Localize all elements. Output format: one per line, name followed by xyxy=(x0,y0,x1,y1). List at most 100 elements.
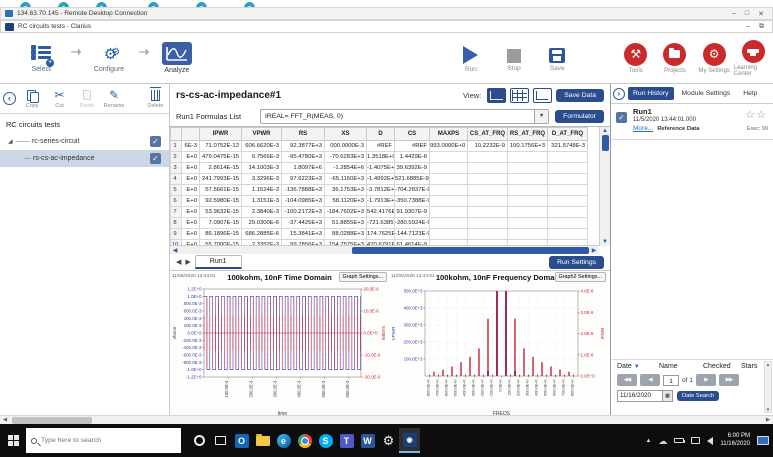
analyze-step-button[interactable]: Analyze xyxy=(149,42,204,74)
run1-tab[interactable]: Run1 xyxy=(195,255,242,269)
date-search-button[interactable]: Date Search xyxy=(677,391,719,401)
column-header[interactable]: XS xyxy=(325,128,367,141)
sort-date-header[interactable]: Date ▼ xyxy=(617,363,659,370)
table-row[interactable]: 7E+053.9632E-152.3840E-3-100.2172E+3-184… xyxy=(171,207,588,218)
tree-item-rs-cs-ac-impedance[interactable]: — rs-cs-ac-impedance ✓ xyxy=(0,150,169,167)
close-icon[interactable]: ✕ xyxy=(758,10,764,18)
file-explorer-icon[interactable] xyxy=(252,428,273,453)
outlook-icon[interactable]: O xyxy=(231,428,252,453)
skype-icon[interactable]: S xyxy=(315,428,336,453)
taskbar-clock[interactable]: 6:00 PM 11/16/2020 xyxy=(720,433,750,448)
rename-button[interactable]: ✎ Rename xyxy=(103,89,124,109)
scroll-down-icon[interactable]: ▼ xyxy=(602,238,608,246)
first-page-button[interactable]: ◀◀ xyxy=(617,374,637,386)
run-history-entry[interactable]: ✓ Run1 11/5/2020 13:44:01.000 More...Ref… xyxy=(611,104,773,140)
panel-scrollbar[interactable]: ▲▼ xyxy=(764,361,772,413)
graph-view-icon[interactable] xyxy=(533,88,552,103)
sort-name-header[interactable]: Name xyxy=(659,363,703,370)
column-header[interactable]: RS_AT_FRQ xyxy=(508,128,548,141)
formulator-button[interactable]: Formulator xyxy=(555,110,604,123)
app-horizontal-scrollbar[interactable]: ◀ ▶ xyxy=(0,415,773,424)
table-row[interactable]: 2E+0479.0475E-156.7566E-3-95.4780E+3-70.… xyxy=(171,152,588,163)
task-view-icon[interactable] xyxy=(210,428,231,453)
last-page-button[interactable]: ▶▶ xyxy=(719,374,739,386)
configure-step-button[interactable]: ⚙⚙ Configure xyxy=(82,44,137,73)
scroll-up-icon[interactable]: ▲ xyxy=(766,362,770,367)
scroll-up-icon[interactable]: ▲ xyxy=(602,127,608,135)
graph2-settings-button[interactable]: Graph2 Settings... xyxy=(555,272,606,282)
column-header[interactable]: MAXPS xyxy=(430,128,468,141)
column-header[interactable] xyxy=(171,128,182,141)
table-row[interactable]: 5E+057.5661E-151.1524E-3-136.7888E+336.1… xyxy=(171,185,588,196)
column-header[interactable]: VPWR xyxy=(242,128,282,141)
run-settings-button[interactable]: Run Settings xyxy=(549,256,604,269)
battery-icon[interactable] xyxy=(674,438,684,443)
app-restore-icon[interactable]: ⧉ xyxy=(759,23,764,31)
scroll-right-icon[interactable]: ▶ xyxy=(763,417,773,423)
date-field[interactable]: 11/16/2020▦ xyxy=(617,390,673,402)
taskbar-search[interactable] xyxy=(26,428,181,453)
speaker-icon[interactable] xyxy=(707,437,713,445)
more-link[interactable]: More... xyxy=(633,125,653,132)
column-header[interactable] xyxy=(182,128,200,141)
teams-icon[interactable]: T xyxy=(336,428,357,453)
minimize-icon[interactable]: – xyxy=(732,10,736,18)
column-header[interactable]: D_AT_FRQ xyxy=(548,128,588,141)
chevron-down-icon[interactable]: ▼ xyxy=(534,110,548,123)
tray-expand-icon[interactable]: ▲ xyxy=(645,438,651,444)
app-minimize-icon[interactable]: – xyxy=(746,23,750,31)
save-data-button[interactable]: Save Data xyxy=(556,89,604,102)
search-input[interactable] xyxy=(41,437,161,444)
prev-page-button[interactable]: ◀ xyxy=(640,374,660,386)
start-button[interactable] xyxy=(0,424,26,457)
sort-stars-header[interactable]: Stars xyxy=(741,363,757,370)
clarius-taskbar-icon[interactable]: ◉ xyxy=(399,428,420,453)
graph-settings-button[interactable]: Graph Settings... xyxy=(339,272,387,282)
cut-button[interactable]: ✂ Cut xyxy=(49,89,70,109)
next-page-button[interactable]: ▶ xyxy=(696,374,716,386)
network-icon[interactable] xyxy=(691,437,700,444)
column-header[interactable]: IPWR xyxy=(200,128,242,141)
chrome-icon[interactable] xyxy=(294,428,315,453)
scroll-thumb[interactable] xyxy=(12,417,92,424)
table-row[interactable]: 3E+02.8614E-1514.1003E-31.8097E+6-1.2854… xyxy=(171,163,588,174)
table-row[interactable]: 16E-371.0752E-12606.6620E-392.3877E+3000… xyxy=(171,141,588,152)
scroll-thumb[interactable] xyxy=(602,135,609,151)
formula-dropdown[interactable]: IREAL= FFT_R(MEAS, 0) ▼ xyxy=(260,109,549,124)
star-rating-icons[interactable]: ☆☆ xyxy=(745,108,767,121)
checkbox-checked[interactable]: ✓ xyxy=(150,153,161,164)
column-header[interactable]: CS xyxy=(395,128,430,141)
delete-button[interactable]: Delete xyxy=(145,89,166,109)
display-notification-icon[interactable] xyxy=(757,436,769,445)
tab-help[interactable]: Help xyxy=(738,87,762,100)
save-button[interactable]: Save xyxy=(536,47,579,72)
tab-module-settings[interactable]: Module Settings xyxy=(677,87,736,100)
sort-checked-header[interactable]: Checked xyxy=(703,363,741,370)
run-button[interactable]: Run xyxy=(449,46,492,73)
sheet-view-icon[interactable] xyxy=(510,88,529,103)
edge-icon[interactable]: e xyxy=(273,428,294,453)
tree-item-rc-series-circuit[interactable]: ◢ —·— rc-series-circuit ✓ xyxy=(0,133,169,150)
scroll-thumb[interactable] xyxy=(352,247,589,254)
expand-panel-button[interactable]: › xyxy=(613,88,625,100)
scroll-down-icon[interactable]: ▼ xyxy=(766,407,770,412)
checkbox-checked[interactable]: ✓ xyxy=(616,112,627,123)
graph-sheet-view-icon[interactable] xyxy=(487,88,506,103)
select-step-button[interactable]: + Select xyxy=(14,44,69,73)
expander-icon[interactable]: ◢ xyxy=(8,138,13,145)
calendar-icon[interactable]: ▦ xyxy=(662,391,672,401)
table-row[interactable]: 8E+07.0907E-1529.0300E-6-37.4425E+351.88… xyxy=(171,218,588,229)
scroll-left-icon[interactable]: ◀ xyxy=(0,417,10,423)
checkbox-checked[interactable]: ✓ xyxy=(150,136,161,147)
table-horizontal-scrollbar[interactable]: ◀ ▶ xyxy=(170,245,599,254)
tab-next-icon[interactable]: ▶ xyxy=(185,258,190,266)
settings-gear-icon[interactable]: ⚙ xyxy=(378,428,399,453)
onedrive-cloud-icon[interactable]: ☁ xyxy=(658,436,667,446)
scroll-left-icon[interactable]: ◀ xyxy=(170,247,180,254)
filter-icon[interactable]: ▼ xyxy=(634,364,640,370)
cortana-icon[interactable] xyxy=(189,428,210,453)
learning-center-button[interactable]: Learning Center xyxy=(734,40,773,77)
copy-button[interactable]: Copy xyxy=(22,89,43,109)
scroll-right-icon[interactable]: ▶ xyxy=(589,247,599,254)
column-header[interactable]: D xyxy=(367,128,395,141)
